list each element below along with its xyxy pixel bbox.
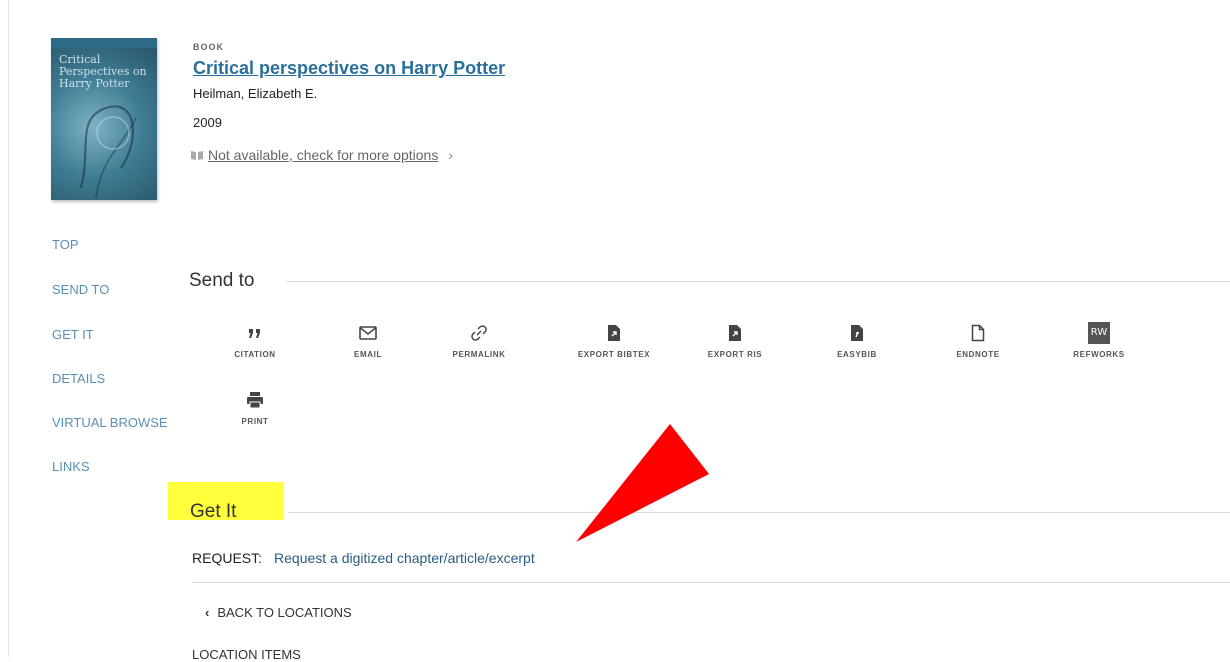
annotation-arrow (576, 424, 709, 542)
